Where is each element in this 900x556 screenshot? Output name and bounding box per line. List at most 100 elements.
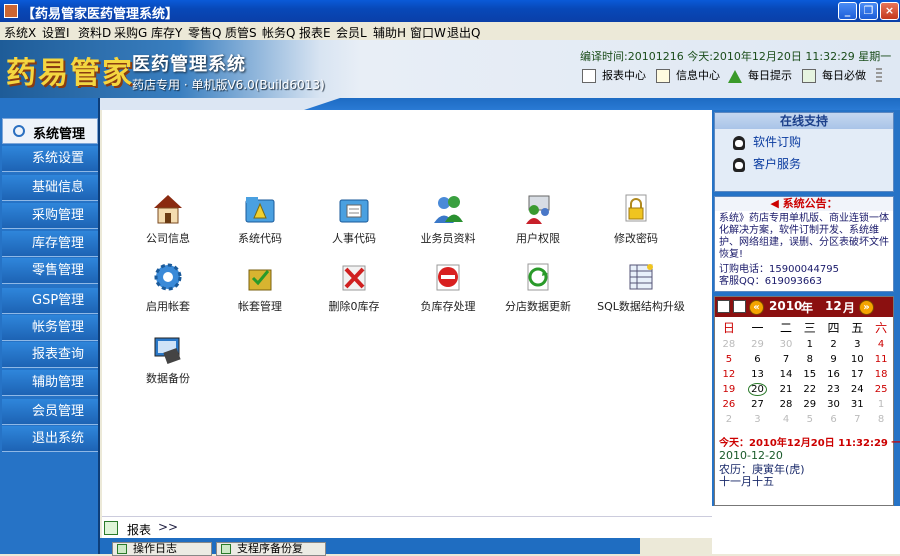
module-user-permissions[interactable]: 用户权限 xyxy=(488,192,588,246)
calendar-day[interactable]: 16 xyxy=(822,367,846,382)
calendar-day[interactable]: 19 xyxy=(717,382,741,397)
calendar-day[interactable]: 2 xyxy=(822,337,846,352)
daily-tip-button[interactable]: 每日提示 xyxy=(728,67,792,83)
calendar-day[interactable]: 23 xyxy=(822,382,846,397)
menu-settings[interactable]: 设置I xyxy=(42,24,70,41)
sidebar-item-members[interactable]: 会员管理 xyxy=(2,399,98,425)
calendar-day[interactable]: 22 xyxy=(798,382,822,397)
sidebar-header[interactable]: 系统管理 xyxy=(2,118,98,144)
calendar-day[interactable]: 1 xyxy=(869,397,893,412)
calendar-day[interactable]: 30 xyxy=(774,337,798,352)
calendar-day[interactable]: 10 xyxy=(845,352,869,367)
info-center-button[interactable]: 信息中心 xyxy=(656,67,720,83)
calendar-day[interactable]: 12 xyxy=(717,367,741,382)
sidebar-item-inventory[interactable]: 库存管理 xyxy=(2,231,98,257)
module-change-password[interactable]: 修改密码 xyxy=(586,192,686,246)
calendar-day[interactable]: 9 xyxy=(822,352,846,367)
expand-arrow[interactable]: >> xyxy=(158,520,178,534)
calendar-day[interactable]: 7 xyxy=(845,412,869,427)
sidebar-item-retail[interactable]: 零售管理 xyxy=(2,258,98,284)
calendar-day[interactable]: 1 xyxy=(798,337,822,352)
menu-tools[interactable]: 辅助H xyxy=(373,24,406,41)
calendar-day[interactable]: 31 xyxy=(845,397,869,412)
module-branch-data-update[interactable]: 分店数据更新 xyxy=(488,260,588,314)
module-salesperson-info[interactable]: 业务员资料 xyxy=(398,192,498,246)
calendar-day[interactable]: 27 xyxy=(741,397,774,412)
toolbar-gripper[interactable] xyxy=(876,68,882,84)
close-button[interactable]: × xyxy=(880,2,899,20)
restore-button[interactable]: ❐ xyxy=(859,2,878,20)
menu-inventory[interactable]: 库存Y xyxy=(151,24,182,41)
calendar-day[interactable]: 6 xyxy=(741,352,774,367)
calendar-day[interactable]: 18 xyxy=(869,367,893,382)
calendar-day[interactable]: 8 xyxy=(798,352,822,367)
sidebar-item-report-query[interactable]: 报表查询 xyxy=(2,342,98,368)
calendar-day[interactable]: 7 xyxy=(774,352,798,367)
calendar-day[interactable]: 13 xyxy=(741,367,774,382)
calendar-day[interactable]: 30 xyxy=(822,397,846,412)
menu-purchase[interactable]: 采购G xyxy=(114,24,147,41)
menu-members[interactable]: 会员L xyxy=(336,24,367,41)
calendar-lunar-day: 十一月十五 xyxy=(719,475,774,488)
calendar-day[interactable]: 4 xyxy=(774,412,798,427)
calendar-day[interactable]: 2 xyxy=(717,412,741,427)
menu-window[interactable]: 窗口W xyxy=(410,24,446,41)
daily-task-button[interactable]: 每日必做 xyxy=(802,67,866,83)
module-negative-stock[interactable]: 负库存处理 xyxy=(398,260,498,314)
calendar-day[interactable]: 3 xyxy=(741,412,774,427)
calendar-day-today[interactable]: 20 xyxy=(741,382,774,397)
sidebar-item-gsp[interactable]: GSP管理 xyxy=(2,288,98,314)
calendar-today-icon[interactable] xyxy=(717,300,730,313)
menu-exit[interactable]: 退出Q xyxy=(447,24,480,41)
calendar-day[interactable]: 11 xyxy=(869,352,893,367)
calendar-day[interactable]: 5 xyxy=(798,412,822,427)
sidebar-item-purchase[interactable]: 采购管理 xyxy=(2,203,98,229)
prev-month-button[interactable]: « xyxy=(749,300,764,315)
sidebar-item-tools[interactable]: 辅助管理 xyxy=(2,370,98,396)
calendar-day[interactable]: 29 xyxy=(798,397,822,412)
calendar-day[interactable]: 29 xyxy=(741,337,774,352)
calendar-day[interactable]: 3 xyxy=(845,337,869,352)
report-label[interactable]: 报表 xyxy=(127,521,151,538)
module-data-backup[interactable]: 数据备份 xyxy=(118,332,218,386)
calendar-grid: 日 一 二 三 四 五 六 28 29 30 1 2 3 4 5 6 7 8 9… xyxy=(717,317,893,427)
calendar-day[interactable]: 17 xyxy=(845,367,869,382)
module-personnel-code[interactable]: 人事代码 xyxy=(304,192,404,246)
calendar-day[interactable]: 8 xyxy=(869,412,893,427)
calendar-day[interactable]: 25 xyxy=(869,382,893,397)
module-account-set-management[interactable]: 帐套管理 xyxy=(210,260,310,314)
sidebar-item-accounts[interactable]: 帐务管理 xyxy=(2,315,98,341)
module-company-info[interactable]: 公司信息 xyxy=(118,192,218,246)
module-delete-zero-stock[interactable]: 删除0库存 xyxy=(304,260,404,314)
calendar-edit-icon[interactable] xyxy=(733,300,746,313)
menu-system[interactable]: 系统X xyxy=(4,24,36,41)
next-month-button[interactable]: » xyxy=(859,300,874,315)
calendar-day[interactable]: 6 xyxy=(822,412,846,427)
calendar-day[interactable]: 14 xyxy=(774,367,798,382)
support-service[interactable]: 客户服务 xyxy=(733,155,801,172)
calendar-day[interactable]: 21 xyxy=(774,382,798,397)
menu-quality[interactable]: 质管S xyxy=(225,24,257,41)
calendar-day[interactable]: 15 xyxy=(798,367,822,382)
calendar-day[interactable]: 26 xyxy=(717,397,741,412)
calendar-day[interactable]: 24 xyxy=(845,382,869,397)
calendar-day[interactable]: 5 xyxy=(717,352,741,367)
folder-code-icon xyxy=(245,197,275,223)
sidebar-item-system-settings[interactable]: 系统设置 xyxy=(2,146,98,172)
calendar-day[interactable]: 4 xyxy=(869,337,893,352)
menu-retail[interactable]: 零售Q xyxy=(188,24,221,41)
report-center-button[interactable]: 报表中心 xyxy=(582,67,646,83)
module-sql-structure-upgrade[interactable]: SQL数据结构升级 xyxy=(586,260,696,314)
menu-reports[interactable]: 报表E xyxy=(299,24,331,41)
minimize-button[interactable]: _ xyxy=(838,2,857,20)
sidebar-item-exit[interactable]: 退出系统 xyxy=(2,426,98,452)
support-order[interactable]: 软件订购 xyxy=(733,133,801,150)
sidebar-item-basic-info[interactable]: 基础信息 xyxy=(2,175,98,201)
module-system-code[interactable]: 系统代码 xyxy=(210,192,310,246)
module-enable-account-set[interactable]: 启用帐套 xyxy=(118,260,218,314)
calendar-day[interactable]: 28 xyxy=(717,337,741,352)
menu-accounts[interactable]: 帐务Q xyxy=(262,24,295,41)
calendar-day[interactable]: 28 xyxy=(774,397,798,412)
daily-task-icon xyxy=(802,69,816,83)
menu-data[interactable]: 资料D xyxy=(78,24,111,41)
